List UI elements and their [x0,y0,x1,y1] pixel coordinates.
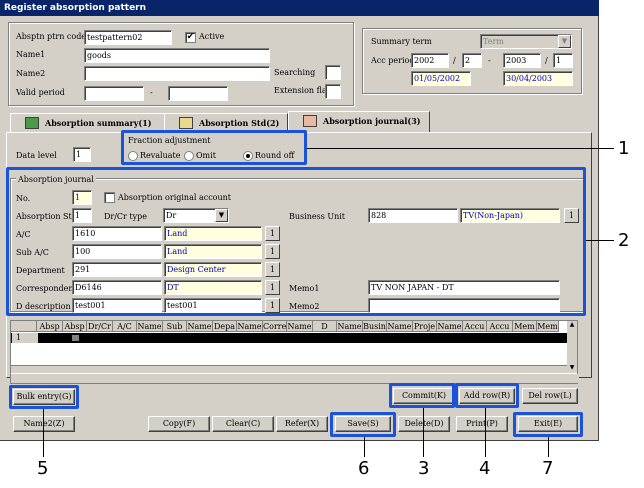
row-cell-marker [72,335,79,341]
grid-column-header[interactable]: Mem [513,321,537,332]
grid-column-header[interactable]: D [313,321,337,332]
grid-column-header[interactable]: Mem [537,321,559,332]
bulk-entry-highlight [9,385,79,409]
extension-flag-label: Extension flag [274,86,332,95]
callout-7-leader [548,437,549,457]
name1-label: Name1 [16,50,46,59]
callout-6-leader [364,437,365,457]
valid-period-separator: - [150,88,153,97]
grid-column-header[interactable]: Name [187,321,213,332]
acc-from-month-field[interactable]: 2 [462,53,482,68]
journal-icon [303,115,317,127]
horizontal-scrollbar[interactable] [11,365,567,373]
tab-label: Absorption Std(2) [199,118,280,128]
acc-to-date: 30/04/2003 [503,71,573,86]
callout-4-leader [485,408,486,457]
row-number: 1 [12,333,38,343]
callout-1-leader [307,148,614,149]
add-row-highlight [455,383,519,408]
grid-column-header[interactable]: Name [137,321,163,332]
grid-corner [11,321,37,332]
pattern-code-field[interactable]: testpattern02 [84,30,172,45]
grid-column-header[interactable]: Absp [63,321,87,332]
active-checkbox[interactable]: ✔ [185,32,196,43]
del-row-button[interactable]: Del row(L) [522,388,578,404]
grid-column-header[interactable]: Dr/Cr [87,321,113,332]
table-row[interactable] [11,333,567,343]
acc-from-year-field[interactable]: 2002 [411,53,449,68]
acc-to-year-field[interactable]: 2003 [503,53,541,68]
grid-status [11,374,579,383]
acc-to-month-field[interactable]: 1 [553,53,573,68]
save-highlight [330,412,396,437]
summary-term-value: Term [483,37,504,46]
callout-3: 3 [418,458,430,479]
delete-button[interactable]: Delete(D) [398,416,450,432]
grid-column-header[interactable]: Depa [213,321,237,332]
callout-3-leader [423,408,424,457]
print-button[interactable]: Print(P) [456,416,508,432]
grid-column-header[interactable]: A/C [113,321,137,332]
summary-term-dropdown[interactable]: Term ▼ [480,34,572,49]
window-title: Register absorption pattern [0,0,599,16]
fraction-adjustment-highlight [121,130,307,165]
grid-column-header[interactable]: Name [387,321,413,332]
name2-label: Name2 [16,69,46,78]
searching-field[interactable] [325,65,341,80]
data-level-field[interactable]: 1 [73,147,91,162]
data-level-label: Data level [16,151,57,160]
grid-column-header[interactable]: Proje [413,321,437,332]
grid-column-header[interactable]: Name [237,321,263,332]
grid-column-header[interactable]: Name [437,321,463,332]
grid-column-header[interactable]: Name [337,321,363,332]
tab-label: Absorption journal(3) [323,116,421,126]
book-icon [25,117,39,129]
callout-5: 5 [37,458,49,479]
summary-term-label: Summary term [371,37,432,46]
scroll-up-icon[interactable]: ▲ [568,321,576,329]
exit-highlight [513,412,583,437]
active-label: Active [199,32,225,41]
journal-grid[interactable]: Absp Absp Dr/Cr A/C Name Sub Name Depa Name Corre… [10,320,579,384]
callout-5-leader [43,409,44,457]
grid-column-header[interactable]: Name [287,321,313,332]
callout-2: 2 [618,230,630,251]
chevron-down-icon: ▼ [558,35,571,48]
grid-column-header[interactable]: Busin [363,321,387,332]
clear-button[interactable]: Clear(C) [212,416,274,432]
acc-period-dash: - [488,56,491,65]
copy-button[interactable]: Copy(F) [148,416,210,432]
acc-period-label: Acc period [371,56,415,65]
callout-7: 7 [542,458,554,479]
refer-button[interactable]: Refer(X) [276,416,328,432]
tab-label: Absorption summary(1) [45,118,152,128]
pattern-code-label: Absptn ptrn code [16,32,87,41]
grid-column-header[interactable]: Sub [163,321,187,332]
acc-to-slash: / [545,56,548,65]
callout-6: 6 [358,458,370,479]
journal-highlight [6,167,586,316]
name1-field[interactable]: goods [84,48,270,63]
searching-label: Searching [274,68,316,77]
notebook-icon [179,117,193,129]
grid-column-header[interactable]: Corre [263,321,287,332]
name2-field[interactable] [84,66,270,81]
acc-from-slash: / [453,56,456,65]
callout-1: 1 [618,138,630,159]
valid-period-from-field[interactable] [84,86,144,101]
tab-absorption-journal[interactable]: Absorption journal(3) [288,111,430,133]
valid-period-to-field[interactable] [168,86,228,101]
grid-column-header[interactable]: Accu [463,321,487,332]
callout-4: 4 [479,458,491,479]
acc-from-date: 01/05/2002 [411,71,471,86]
scroll-down-icon[interactable]: ▼ [568,364,576,372]
grid-column-header[interactable]: Accu [487,321,513,332]
callout-2-leader [586,240,614,241]
grid-column-header[interactable]: Absp [37,321,63,332]
valid-period-label: Valid period [16,88,65,97]
extension-flag-field[interactable] [325,84,341,99]
name2-button[interactable]: Name2(Z) [13,416,75,432]
commit-highlight [389,383,455,408]
